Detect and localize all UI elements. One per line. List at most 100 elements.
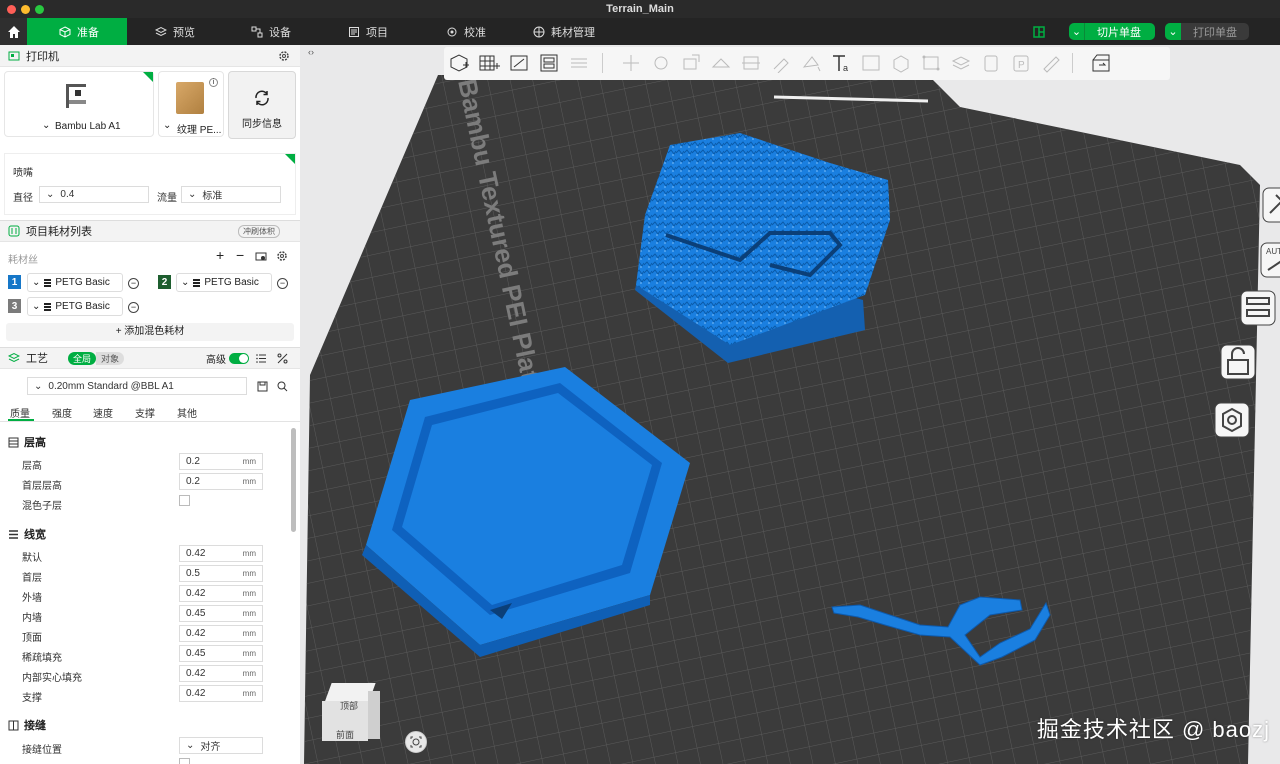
layer-height-title: 层高 <box>24 437 46 449</box>
remove-filament-button[interactable]: − <box>236 247 244 263</box>
arrange-plate-icon[interactable] <box>1238 288 1278 328</box>
scale-icon[interactable] <box>680 53 702 73</box>
advanced-toggle[interactable] <box>229 352 249 364</box>
filament-select[interactable]: ⌄ PETG Basic <box>27 297 123 316</box>
color-paint-icon[interactable] <box>800 53 822 73</box>
top-surface-line-width-input[interactable]: 0.42 mm <box>179 625 263 642</box>
layers-view-icon[interactable] <box>950 53 972 73</box>
process-preset-select[interactable]: ⌄ 0.20mm Standard @BBL A1 <box>27 377 247 395</box>
seam-position-select[interactable]: ⌄ 对齐 <box>179 737 263 754</box>
mesh-boolean-icon[interactable] <box>890 53 912 73</box>
sparse-infill-line-width-input[interactable]: 0.45 mm <box>179 645 263 662</box>
scope-object-toggle[interactable]: 对象 <box>96 351 125 365</box>
gear-icon[interactable] <box>278 50 290 62</box>
gear-icon[interactable] <box>276 250 288 262</box>
search-icon[interactable] <box>277 381 288 392</box>
seam-option-checkbox[interactable] <box>179 758 190 764</box>
tab-preview[interactable]: 预览 <box>155 18 195 45</box>
remove-filament-icon[interactable]: − <box>128 302 139 313</box>
outer-wall-line-width-input[interactable]: 0.42 mm <box>179 585 263 602</box>
text-icon[interactable]: a <box>830 53 852 73</box>
settings-scrollbar[interactable] <box>291 428 296 532</box>
add-filament-button[interactable]: + <box>216 247 224 263</box>
percent-icon[interactable] <box>277 353 288 364</box>
support-paint-icon[interactable] <box>770 53 792 73</box>
inner-wall-line-width-input[interactable]: 0.45 mm <box>179 605 263 622</box>
mix-sublayer-checkbox[interactable] <box>179 495 190 506</box>
list-icon[interactable] <box>256 353 267 364</box>
build-plate-scene[interactable]: Bambu Textured PEI Plate <box>300 45 1280 764</box>
internal-solid-infill-line-width-input[interactable]: 0.42 mm <box>179 665 263 682</box>
tab-support[interactable]: 支撑 <box>135 405 155 420</box>
add-mixed-filament-button[interactable]: + 添加混色耗材 <box>6 323 294 341</box>
plate-select-card[interactable]: i ⌄ 纹理 PE... <box>158 71 224 137</box>
scope-global-toggle[interactable]: 全局 <box>68 351 97 365</box>
tab-quality[interactable]: 质量 <box>10 405 30 420</box>
zoom-window-button[interactable] <box>35 5 44 14</box>
measure-icon[interactable] <box>920 53 942 73</box>
layer-height-input[interactable]: 0.2 mm <box>179 453 263 470</box>
paint-letter-icon[interactable]: P <box>1010 53 1032 73</box>
ruler-icon[interactable] <box>1040 53 1062 73</box>
close-window-button[interactable] <box>7 5 16 14</box>
tab-device[interactable]: 设备 <box>251 18 291 45</box>
save-preset-icon[interactable] <box>257 381 268 392</box>
tab-strength[interactable]: 强度 <box>52 405 72 420</box>
tab-prepare[interactable]: 准备 <box>27 18 127 45</box>
brand-logo-icon <box>44 278 52 287</box>
filament-select[interactable]: ⌄ PETG Basic <box>176 273 272 292</box>
arrange-icon[interactable] <box>538 53 560 73</box>
support-line-width-input[interactable]: 0.42 mm <box>179 685 263 702</box>
filament-section-title: 项目耗材列表 <box>26 226 92 238</box>
lay-on-face-icon[interactable] <box>710 53 732 73</box>
flow-select[interactable]: ⌄ 标准 <box>181 186 281 203</box>
svg-emboss-icon[interactable] <box>860 53 882 73</box>
add-plate-icon[interactable] <box>478 53 500 73</box>
default-line-width-input[interactable]: 0.42 mm <box>179 545 263 562</box>
print-plate-button[interactable]: ⌄ 打印单盘 <box>1165 23 1249 40</box>
tab-filament-manager[interactable]: 耗材管理 <box>533 18 595 45</box>
device-icon <box>251 26 263 37</box>
tab-calibration[interactable]: 校准 <box>446 18 486 45</box>
flush-volume-button[interactable]: 冲刷体积 <box>238 224 280 238</box>
sync-info-button[interactable]: 同步信息 <box>228 71 296 139</box>
chevron-down-icon: ⌄ <box>32 277 41 288</box>
filament-settings-icon[interactable] <box>255 250 267 262</box>
minimize-window-button[interactable] <box>21 5 30 14</box>
lock-plate-icon[interactable] <box>1218 342 1258 382</box>
first-layer-height-input[interactable]: 0.2 mm <box>179 473 263 490</box>
cut-icon[interactable] <box>740 53 762 73</box>
assembly-view-icon[interactable] <box>1090 53 1112 73</box>
diameter-select[interactable]: ⌄ 0.4 <box>39 186 149 203</box>
camera-button[interactable] <box>405 731 427 753</box>
auto-orient-plate-icon[interactable]: AUTO <box>1258 240 1280 280</box>
filament-select[interactable]: ⌄ PETG Basic <box>27 273 123 292</box>
add-object-icon[interactable] <box>448 53 470 73</box>
3d-viewport[interactable]: Bambu Textured PEI Plate 顶部 前面 ‹› a P AU… <box>300 45 1280 764</box>
variable-height-icon[interactable] <box>980 53 1002 73</box>
view-cube[interactable]: 顶部 前面 <box>322 683 380 743</box>
view-cube-top-label[interactable]: 顶部 <box>340 699 358 712</box>
auto-orient-icon[interactable] <box>508 53 530 73</box>
plate-settings-icon[interactable] <box>1212 400 1252 440</box>
outer-wall-line-width-label: 外墙 <box>22 593 42 604</box>
move-icon[interactable] <box>620 53 642 73</box>
brand-logo-icon <box>44 302 52 311</box>
remove-filament-icon[interactable]: − <box>128 278 139 289</box>
layout-icon[interactable] <box>1033 26 1045 38</box>
collapse-sidebar-icon[interactable]: ‹› <box>308 47 314 57</box>
tab-others[interactable]: 其他 <box>177 405 197 420</box>
first-layer-line-width-input[interactable]: 0.5 mm <box>179 565 263 582</box>
tab-speed[interactable]: 速度 <box>93 405 113 420</box>
rotate-icon[interactable] <box>650 53 672 73</box>
tab-project[interactable]: 项目 <box>348 18 388 45</box>
toolbar-divider <box>602 53 603 73</box>
remove-filament-icon[interactable]: − <box>277 278 288 289</box>
plate-tools-icon[interactable] <box>1260 185 1280 225</box>
home-button[interactable] <box>0 18 27 45</box>
split-icon[interactable] <box>568 53 590 73</box>
slice-plate-button[interactable]: ⌄ 切片单盘 <box>1069 23 1155 40</box>
info-icon[interactable]: i <box>209 78 218 87</box>
printer-select-card[interactable]: ⌄ Bambu Lab A1 <box>4 71 154 137</box>
view-cube-front-label[interactable]: 前面 <box>336 728 354 741</box>
